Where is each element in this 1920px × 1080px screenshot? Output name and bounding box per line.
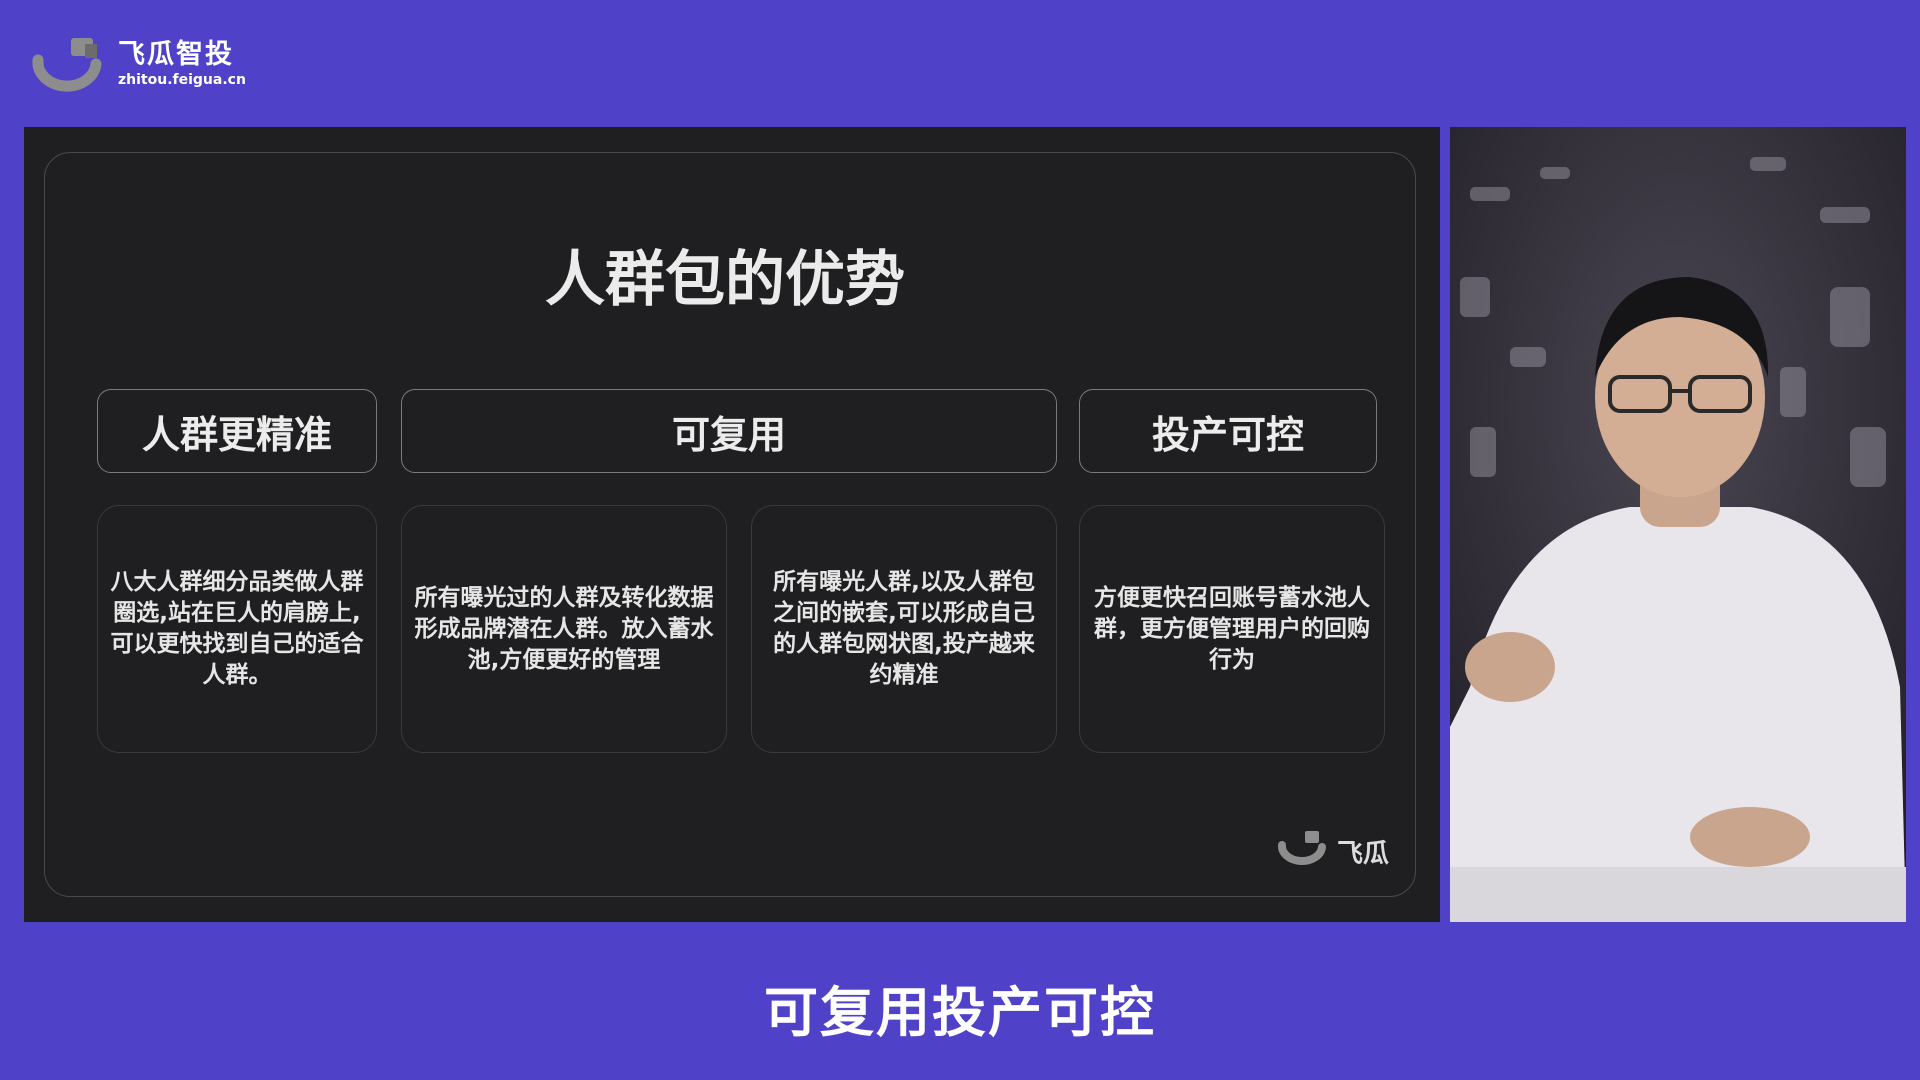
presentation-slide: 人群包的优势 人群更精准 可复用 投产可控 八大人群细分品类做人群圈选,站在巨人… [24, 127, 1440, 922]
slide-corner-brand: 飞瓜 [1277, 829, 1389, 874]
small-feigua-logo-icon [1277, 829, 1329, 874]
presenter-image-icon [1450, 127, 1906, 922]
brand-url: zhitou.feigua.cn [118, 72, 246, 88]
slide-title: 人群包的优势 [545, 245, 905, 315]
desc-card-4: 方便更快召回账号蓄水池人群，更方便管理用户的回购行为 [1079, 505, 1385, 753]
desc-text-2: 所有曝光过的人群及转化数据形成品牌潜在人群。放入蓄水池,方便更好的管理 [414, 584, 714, 673]
subtitle-caption: 可复用投产可控 [764, 981, 1156, 1044]
corner-brand-text: 飞瓜 [1336, 839, 1389, 869]
desc-text-3: 所有曝光人群,以及人群包之间的嵌套,可以形成自己的人群包网状图,投产越来约精准 [773, 569, 1035, 688]
feigua-logo-icon [30, 34, 106, 94]
brand-name: 飞瓜智投 [118, 39, 234, 70]
desc-text-4: 方便更快召回账号蓄水池人群，更方便管理用户的回购行为 [1094, 584, 1370, 673]
desc-card-3: 所有曝光人群,以及人群包之间的嵌套,可以形成自己的人群包网状图,投产越来约精准 [751, 505, 1057, 753]
header-reusable: 可复用 [401, 389, 1057, 473]
header-roi-control: 投产可控 [1079, 389, 1377, 473]
slide-frame: 人群包的优势 人群更精准 可复用 投产可控 八大人群细分品类做人群圈选,站在巨人… [44, 152, 1416, 897]
desc-text-1: 八大人群细分品类做人群圈选,站在巨人的肩膀上,可以更快找到自己的适合人群。 [110, 569, 364, 688]
header-precise-audience: 人群更精准 [97, 389, 377, 473]
brand-logo-area: 飞瓜智投 zhitou.feigua.cn [30, 34, 246, 94]
presenter-video-feed [1450, 127, 1906, 922]
desc-card-2: 所有曝光过的人群及转化数据形成品牌潜在人群。放入蓄水池,方便更好的管理 [401, 505, 727, 753]
desc-card-1: 八大人群细分品类做人群圈选,站在巨人的肩膀上,可以更快找到自己的适合人群。 [97, 505, 377, 753]
